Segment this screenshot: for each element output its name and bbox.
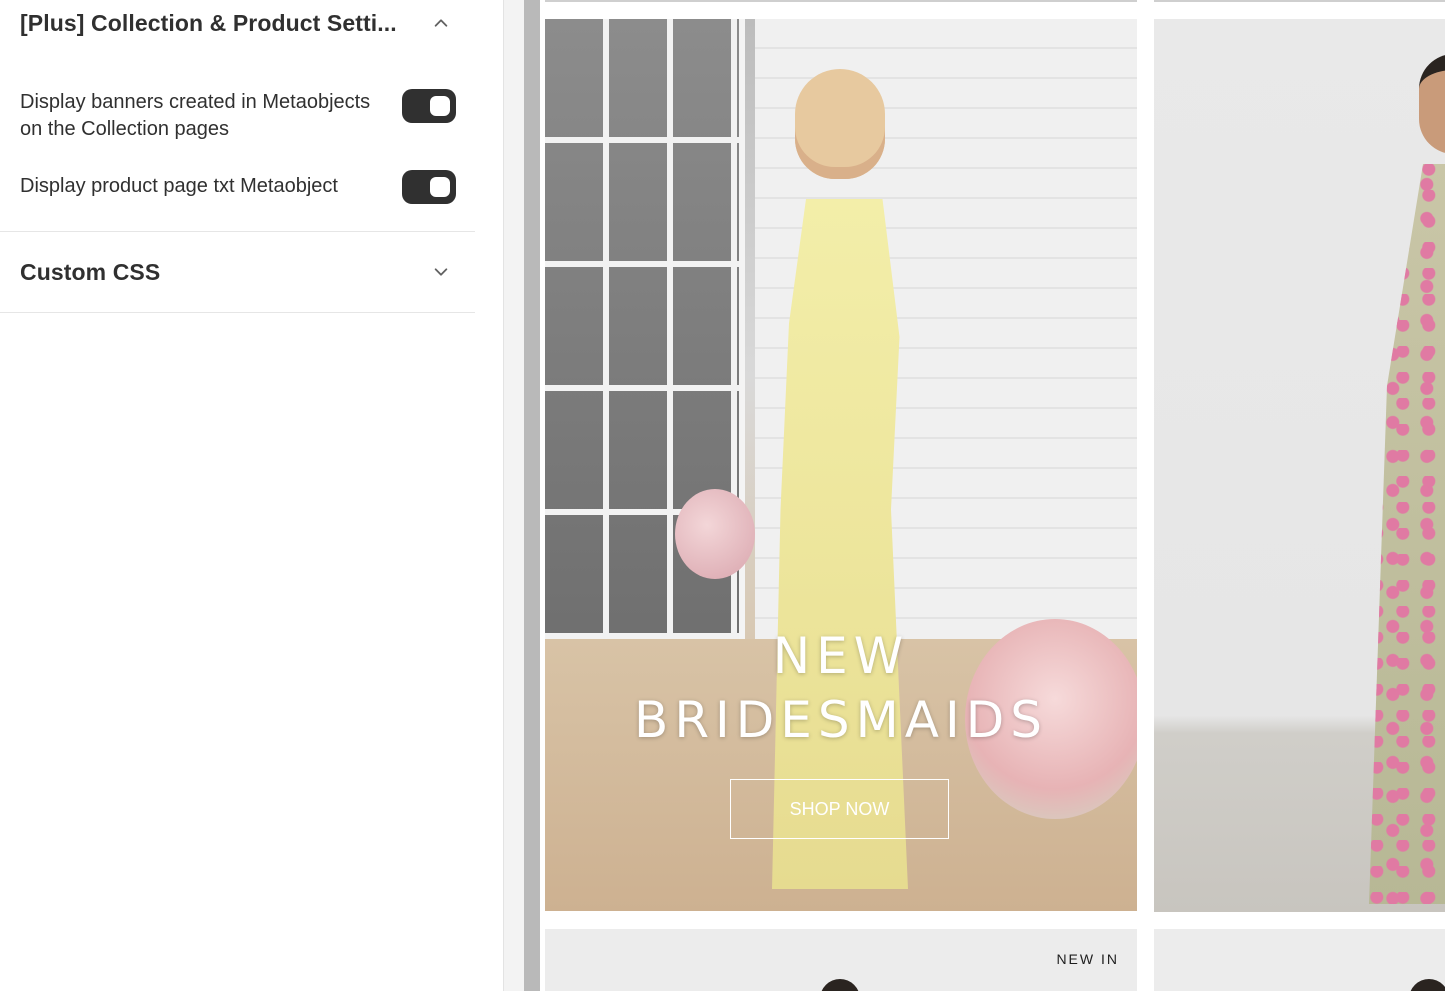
tile-top-edge	[545, 0, 1137, 2]
setting-row-banners: Display banners created in Metaobjects o…	[20, 89, 456, 143]
hero-banner-tile[interactable]: NEW BRIDESMAIDS SHOP NOW	[545, 19, 1137, 911]
chevron-up-icon[interactable]	[431, 13, 451, 33]
store-preview: NEW BRIDESMAIDS SHOP NOW NEW IN	[540, 0, 1445, 991]
model-head	[795, 69, 885, 179]
section-title: [Plus] Collection & Product Setti...	[20, 9, 397, 36]
custom-css-header[interactable]: Custom CSS	[20, 256, 451, 288]
product-tile[interactable]: NEW IN	[545, 929, 1137, 991]
product-txt-toggle[interactable]	[402, 170, 456, 204]
chevron-down-icon[interactable]	[431, 262, 451, 282]
model-head	[1419, 54, 1445, 154]
panel-resize-gutter[interactable]	[503, 0, 524, 991]
product-tile[interactable]	[1154, 19, 1445, 912]
product-tile[interactable]	[1154, 929, 1445, 991]
collection-product-settings-section: [Plus] Collection & Product Setti... Dis…	[0, 0, 475, 232]
custom-css-section: Custom CSS	[0, 232, 475, 313]
model-photo	[1369, 54, 1445, 912]
toggle-knob	[430, 96, 450, 116]
setting-row-product-txt: Display product page txt Metaobject	[20, 170, 456, 204]
preview-frame-edge	[524, 0, 540, 991]
banners-toggle[interactable]	[402, 89, 456, 123]
hero-heading-line2: BRIDESMAIDS	[634, 691, 1048, 749]
collection-product-settings-header[interactable]: [Plus] Collection & Product Setti...	[20, 8, 451, 38]
theme-editor: [Plus] Collection & Product Setti... Dis…	[0, 0, 1445, 991]
new-in-badge: NEW IN	[1056, 951, 1119, 967]
floral-dress	[1369, 164, 1445, 904]
bouquet-image	[675, 489, 755, 579]
model-photo	[820, 979, 860, 991]
shop-now-button[interactable]: SHOP NOW	[730, 779, 949, 839]
section-title: Custom CSS	[20, 258, 161, 285]
settings-panel: [Plus] Collection & Product Setti... Dis…	[0, 0, 503, 991]
setting-label: Display product page txt Metaobject	[20, 175, 338, 197]
hero-heading-line1: NEW	[772, 627, 910, 685]
toggle-knob	[430, 177, 450, 197]
tile-top-edge	[1154, 0, 1445, 2]
model-photo	[1409, 979, 1445, 991]
setting-label: Display banners created in Metaobjects o…	[20, 91, 371, 140]
model-photo	[715, 59, 945, 889]
